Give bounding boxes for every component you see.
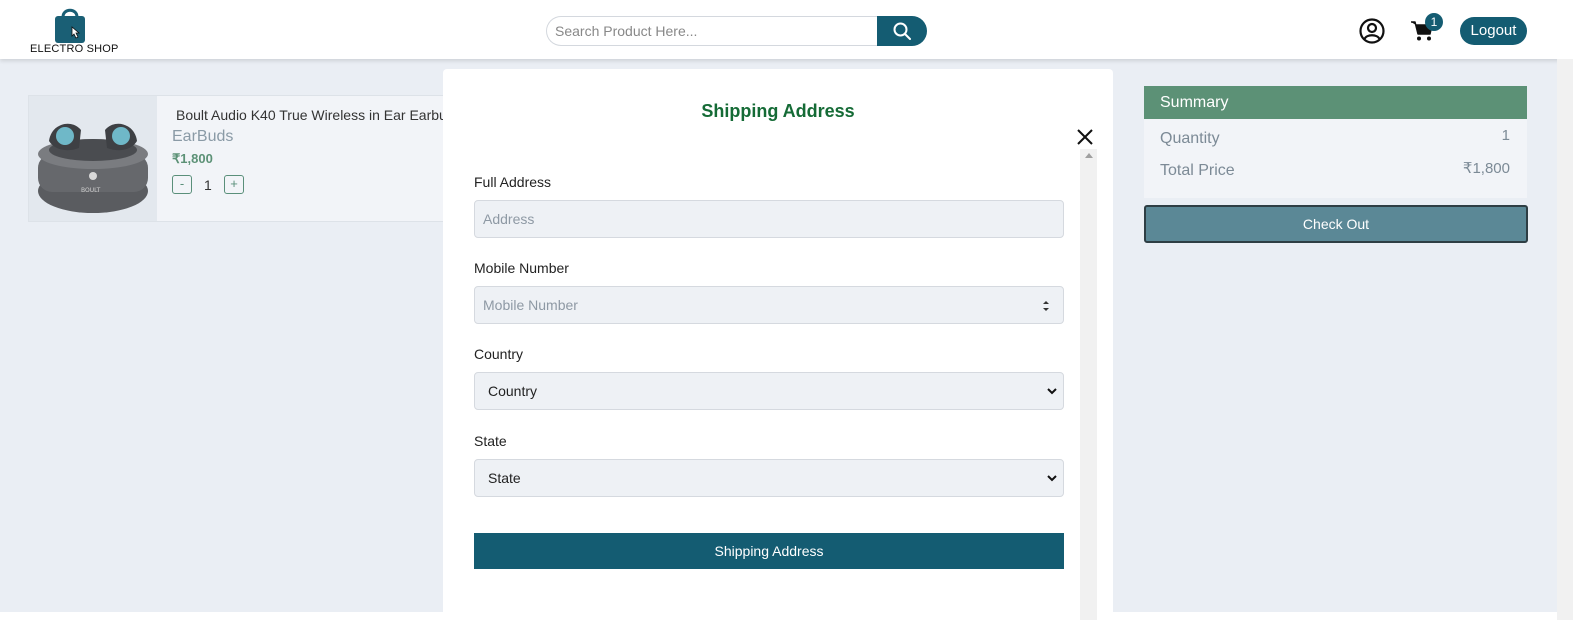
address-label: Full Address [474, 174, 552, 190]
summary-total-label: Total Price [1160, 162, 1235, 179]
state-label: State [474, 433, 507, 449]
shipping-address-modal: Shipping Address Full Address Mobile Num… [443, 69, 1113, 620]
summary-quantity-label: Quantity [1160, 130, 1220, 147]
svg-text:BOULT: BOULT [81, 187, 101, 194]
logo[interactable]: ELECTRO SHOP [28, 4, 118, 56]
number-spinner-icon[interactable] [1041, 298, 1051, 314]
mobile-label: Mobile Number [474, 260, 569, 276]
cart-count-badge: 1 [1425, 13, 1443, 31]
quantity-value: 1 [204, 177, 212, 193]
modal-title: Shipping Address [701, 101, 855, 121]
close-icon[interactable] [1075, 127, 1095, 147]
modal-scrollbar[interactable] [1080, 149, 1097, 620]
cart-item-card: BOULT Boult Audio K40 True Wireless in E… [28, 95, 468, 222]
product-category: EarBuds [172, 128, 234, 145]
user-account-icon[interactable] [1359, 18, 1385, 44]
increase-quantity-button[interactable]: + [224, 175, 244, 194]
submit-shipping-address-button[interactable]: Shipping Address [474, 533, 1064, 569]
scroll-up-arrow-icon[interactable] [1085, 153, 1093, 158]
product-title[interactable]: Boult Audio K40 True Wireless in Ear Ear… [176, 107, 462, 123]
summary-total-value: ₹1,800 [1462, 160, 1510, 177]
search-input[interactable] [546, 16, 880, 46]
country-select[interactable]: Country [474, 372, 1064, 410]
page-scrollbar[interactable] [1557, 59, 1573, 620]
decrease-quantity-button[interactable]: - [172, 175, 192, 194]
state-select[interactable]: State [474, 459, 1064, 497]
search-icon [893, 22, 911, 40]
scrollbar-thumb[interactable] [1082, 164, 1095, 620]
footer-edge [0, 612, 443, 620]
order-summary: Summary Quantity 1 Total Price ₹1,800 [1144, 86, 1527, 198]
logo-text: ELECTRO SHOP [30, 43, 119, 55]
top-navbar: ELECTRO SHOP 1 Logout [0, 0, 1573, 59]
chevron-down-icon [1047, 475, 1057, 482]
country-label: Country [474, 346, 524, 362]
product-price: ₹1,800 [172, 151, 213, 166]
state-select-value: State [488, 470, 521, 486]
search-bar [546, 16, 927, 46]
shopping-bag-logo-icon [55, 8, 85, 43]
mobile-input[interactable] [474, 286, 1064, 324]
address-input[interactable] [474, 200, 1064, 238]
chevron-down-icon [1047, 388, 1057, 395]
footer-edge-right [1113, 612, 1557, 620]
logout-button[interactable]: Logout [1460, 17, 1527, 45]
summary-quantity-value: 1 [1501, 127, 1510, 144]
checkout-button[interactable]: Check Out [1144, 205, 1528, 243]
search-button[interactable] [877, 16, 927, 46]
country-select-value: Country [488, 383, 538, 399]
summary-heading: Summary [1144, 86, 1527, 119]
product-image: BOULT [29, 96, 157, 221]
